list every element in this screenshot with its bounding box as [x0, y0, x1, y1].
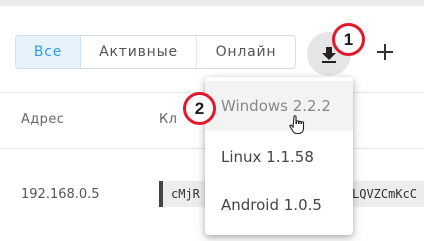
top-divider	[0, 0, 424, 6]
column-header-key: Кл	[159, 112, 178, 127]
address-cell: 192.168.0.5	[21, 187, 100, 202]
key-chip[interactable]: cMjR	[159, 181, 211, 207]
menu-item-android[interactable]: Android 1.0.5	[205, 180, 353, 230]
key-text-start: cMjR	[171, 187, 200, 201]
download-menu: Windows 2.2.2 Linux 1.1.58 Android 1.0.5	[205, 77, 353, 235]
step-1-marker: 1	[332, 23, 365, 56]
step-2-marker: 2	[183, 92, 216, 125]
key-text-end: LQVZCmKcC	[352, 187, 418, 201]
tab-active[interactable]: Активные	[81, 36, 197, 68]
menu-item-linux[interactable]: Linux 1.1.58	[205, 132, 353, 182]
hand-cursor-icon	[289, 115, 305, 135]
filter-segmented-control: Все Активные Онлайн	[15, 35, 296, 69]
key-chip-continued[interactable]: LQVZCmKcC	[348, 181, 424, 207]
tab-online[interactable]: Онлайн	[197, 36, 295, 68]
column-header-address: Адрес	[21, 112, 65, 127]
tab-all[interactable]: Все	[16, 36, 81, 68]
menu-item-windows[interactable]: Windows 2.2.2	[205, 81, 353, 131]
add-button[interactable]	[375, 42, 395, 62]
